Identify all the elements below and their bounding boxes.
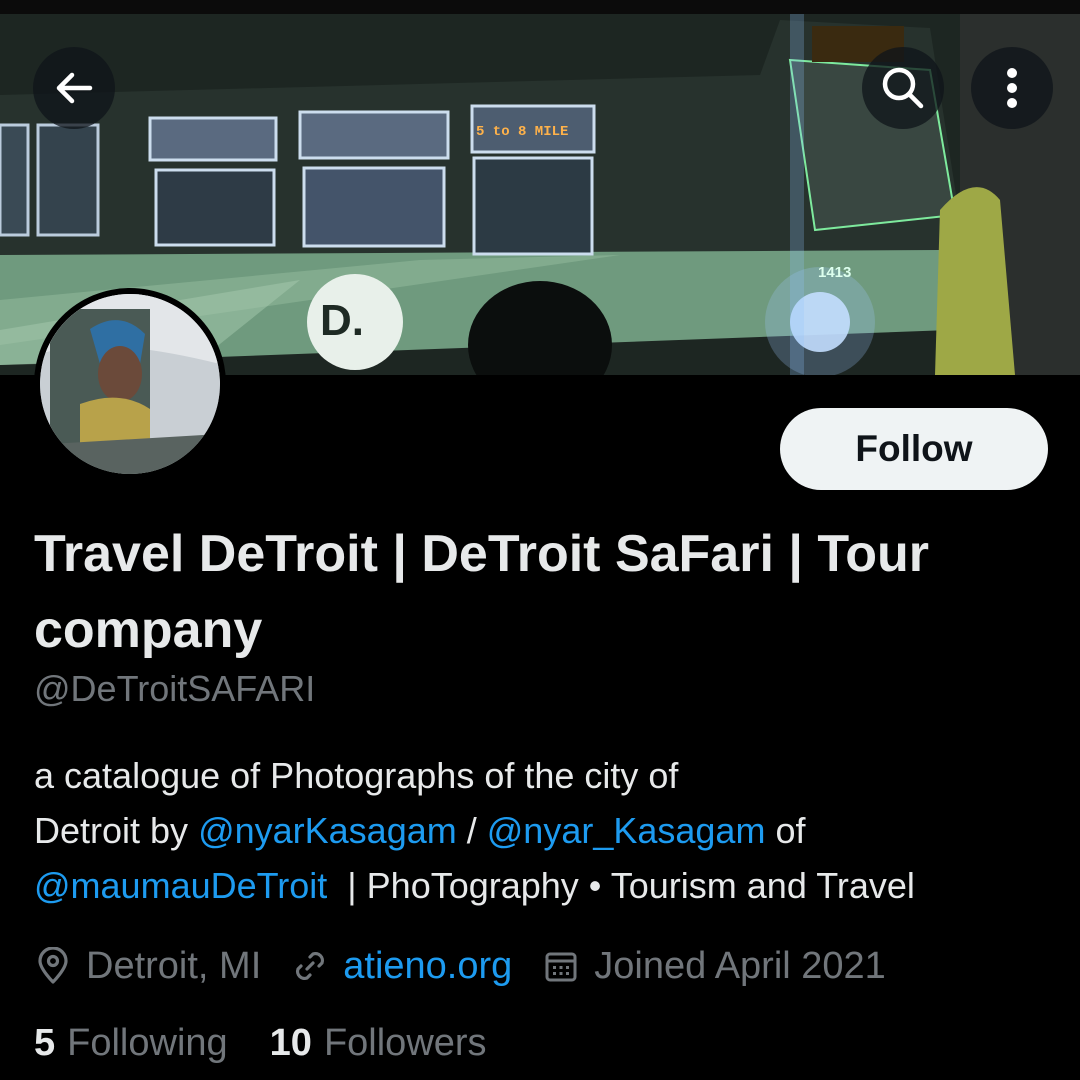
location-text: Detroit, MI <box>86 944 262 987</box>
joined-text: Joined April 2021 <box>594 944 886 987</box>
search-icon <box>882 67 924 109</box>
profile-stats: 5 Following 10 Followers <box>34 1022 529 1065</box>
profile-bio: a catalogue of Photographs of the city o… <box>34 748 1064 913</box>
more-vertical-icon <box>1007 68 1017 108</box>
bio-line-2: Detroit by @nyarKasagam / @nyar_Kasagam … <box>34 803 1064 858</box>
following-count[interactable]: 5 <box>34 1022 55 1065</box>
more-options-button[interactable] <box>971 47 1053 129</box>
bus-number: 1413 <box>818 264 852 281</box>
calendar-icon <box>542 947 580 985</box>
bio-line-3: @maumauDeTroit | PhoTography • Tourism a… <box>34 858 1064 913</box>
mention-link[interactable]: @nyar_Kasagam <box>487 810 766 851</box>
location-item: Detroit, MI <box>34 945 261 988</box>
bio-text: / <box>456 810 487 851</box>
following-label[interactable]: Following <box>67 1022 228 1065</box>
profile-display-name: Travel DeTroit | DeTroit SaFari | Tour c… <box>34 525 930 659</box>
back-button[interactable] <box>33 47 115 129</box>
profile-meta: Detroit, MI atieno.org Joined April 2021 <box>34 938 916 994</box>
follow-button[interactable]: Follow <box>780 408 1048 490</box>
bio-text: Detroit by <box>34 810 199 851</box>
location-pin-icon <box>34 947 72 985</box>
bio-text: | PhoTography • Tourism and Travel <box>327 865 915 906</box>
mention-link[interactable]: @maumauDeTroit <box>34 865 327 906</box>
followers-count[interactable]: 10 <box>270 1022 312 1065</box>
website-item[interactable]: atieno.org <box>291 945 512 988</box>
status-strip <box>0 0 1080 14</box>
mention-link[interactable]: @nyarKasagam <box>198 810 457 851</box>
bus-route-sign: 5 to 8 MILE <box>476 124 569 140</box>
arrow-left-icon <box>56 72 93 104</box>
bus-logo: D. <box>320 296 364 345</box>
profile-avatar[interactable] <box>34 288 226 480</box>
link-icon <box>291 947 329 985</box>
search-button[interactable] <box>862 47 944 129</box>
website-link[interactable]: atieno.org <box>343 945 512 988</box>
avatar-photo <box>40 294 220 474</box>
profile-handle: @DeTroitSAFARI <box>34 668 316 709</box>
bio-line-1: a catalogue of Photographs of the city o… <box>34 755 679 796</box>
joined-item: Joined April 2021 <box>542 945 886 988</box>
followers-label[interactable]: Followers <box>324 1022 487 1065</box>
bio-text: of <box>765 810 806 851</box>
